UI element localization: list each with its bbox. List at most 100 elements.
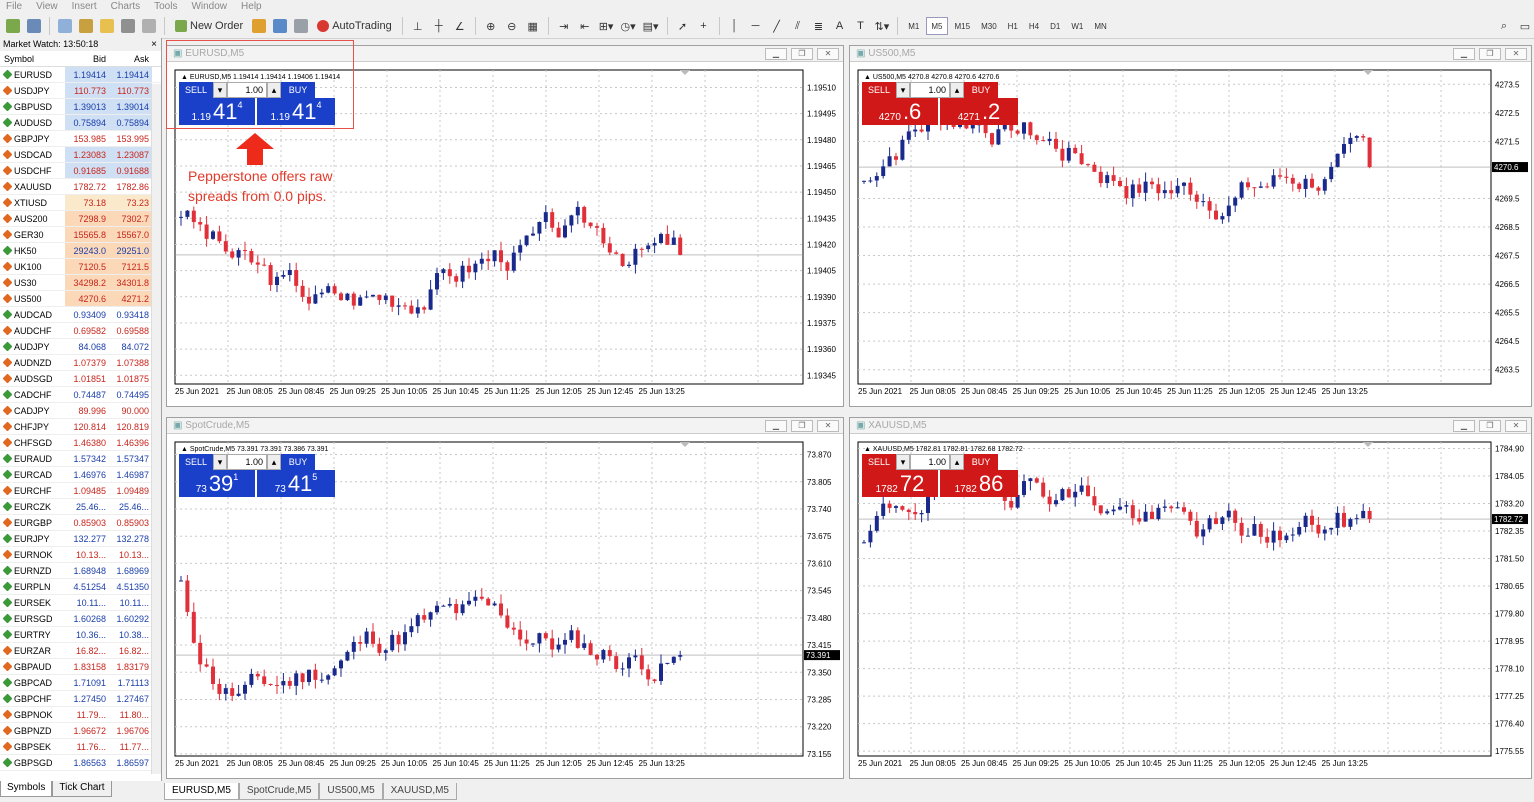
buy-price[interactable]: 4271.2 [940,98,1018,125]
list-item[interactable]: US500 4270.6 4271.2 [0,291,161,307]
close-icon[interactable]: ✕ [817,420,839,432]
list-item[interactable]: EURNOK 10.13... 10.13... [0,547,161,563]
list-item[interactable]: EURPLN 4.51254 4.51350 [0,579,161,595]
list-item[interactable]: EURSGD 1.60268 1.60292 [0,611,161,627]
indicators-icon[interactable]: ⊞▾ [597,16,616,36]
profiles-icon[interactable] [25,16,43,36]
text-icon[interactable]: A [831,16,849,36]
sell-button[interactable]: SELL [862,82,896,98]
bid-column-header[interactable]: Bid [65,51,109,66]
list-item[interactable]: EURCHF 1.09485 1.09489 [0,483,161,499]
list-item[interactable]: HK50 29243.0 29251.0 [0,243,161,259]
lot-up-icon[interactable]: ▴ [950,82,964,98]
buy-price[interactable]: 1782 86 [940,470,1018,497]
periods-icon[interactable]: ◷▾ [618,16,637,36]
lot-down-icon[interactable]: ▾ [896,82,910,98]
list-item[interactable]: EURZAR 16.82... 16.82... [0,643,161,659]
buy-button[interactable]: BUY [281,454,315,470]
tf-m15[interactable]: M15 [951,17,975,35]
tab-eurusd[interactable]: EURUSD,M5 [164,783,239,800]
tab-tick-chart[interactable]: Tick Chart [52,781,112,797]
tab-spotcrude[interactable]: SpotCrude,M5 [238,783,320,800]
minimize-icon[interactable]: ▁ [765,48,787,60]
list-item[interactable]: AUS200 7298.9 7302.7 [0,211,161,227]
list-item[interactable]: GBPJPY 153.985 153.995 [0,131,161,147]
minimize-icon[interactable]: ▁ [1453,48,1475,60]
list-item[interactable]: CADJPY 89.996 90.000 [0,403,161,419]
close-icon[interactable]: ✕ [1505,48,1527,60]
new-chart-icon[interactable] [4,16,22,36]
buy-button[interactable]: BUY [964,454,998,470]
terminal-icon[interactable] [119,16,137,36]
list-item[interactable]: CHFJPY 120.814 120.819 [0,419,161,435]
navigator-icon[interactable] [77,16,95,36]
maximize-icon[interactable]: ❐ [791,48,813,60]
market-watch-icon[interactable] [56,16,74,36]
list-item[interactable]: AUDCAD 0.93409 0.93418 [0,307,161,323]
folder-icon[interactable] [98,16,116,36]
tf-m30[interactable]: M30 [977,17,1001,35]
tf-h1[interactable]: H1 [1004,17,1022,35]
chart-window-xauusd[interactable]: ▣ XAUUSD,M5 ▁ ❐ ✕ 1784.90 1784.05 1783.20 1782.… [849,417,1532,779]
menu-view[interactable]: View [30,0,66,14]
crosshair-icon[interactable]: + [695,16,713,36]
list-item[interactable]: USDCAD 1.23083 1.23087 [0,147,161,163]
sell-price[interactable]: 73 39 1 [179,470,257,497]
list-item[interactable]: XTIUSD 73.18 73.23 [0,195,161,211]
horizontal-line-icon[interactable]: ─ [747,16,765,36]
list-item[interactable]: AUDSGD 1.01851 1.01875 [0,371,161,387]
sell-button[interactable]: SELL [862,454,896,470]
vertical-line-icon[interactable]: │ [726,16,744,36]
list-item[interactable]: GBPCAD 1.71091 1.71113 [0,675,161,691]
chart-shift-icon[interactable]: ⇤ [576,16,594,36]
meta-editor-icon[interactable] [250,16,268,36]
lot-down-icon[interactable]: ▾ [896,454,910,470]
sell-button[interactable]: SELL [179,454,213,470]
menu-file[interactable]: File [0,0,30,14]
list-item[interactable]: EURUSD 1.19414 1.19414 [0,67,161,83]
symbol-column-header[interactable]: Symbol [0,51,65,66]
sell-price[interactable]: 4270.6 [862,98,940,125]
list-item[interactable]: USDJPY 110.773 110.773 [0,83,161,99]
tf-w1[interactable]: W1 [1067,17,1087,35]
scrollbar[interactable] [151,84,161,774]
lot-size-input[interactable]: 1.00 [910,454,950,470]
lot-size-input[interactable]: 1.00 [227,454,267,470]
menu-insert[interactable]: Insert [66,0,105,14]
text-label-icon[interactable]: T [852,16,870,36]
list-item[interactable]: GER30 15565.8 15567.0 [0,227,161,243]
lot-size-input[interactable]: 1.00 [910,82,950,98]
list-item[interactable]: EURNZD 1.68948 1.68969 [0,563,161,579]
tile-windows-icon[interactable]: ▦ [524,16,542,36]
arrows-icon[interactable]: ⇅▾ [873,16,892,36]
list-item[interactable]: US30 34298.2 34301.8 [0,275,161,291]
list-item[interactable]: USDCHF 0.91685 0.91688 [0,163,161,179]
maximize-icon[interactable]: ❐ [1479,420,1501,432]
list-item[interactable]: AUDJPY 84.068 84.072 [0,339,161,355]
chart-window-us500[interactable]: ▣ US500,M5 ▁ ❐ ✕ 4273.5 4272.5 4271.5 4270.6 426… [849,45,1532,407]
list-item[interactable]: XAUUSD 1782.72 1782.86 [0,179,161,195]
signals-icon[interactable] [271,16,289,36]
zoom-in-icon[interactable]: ⊕ [482,16,500,36]
list-item[interactable]: UK100 7120.5 7121.5 [0,259,161,275]
menu-window[interactable]: Window [185,0,235,14]
list-item[interactable]: GBPAUD 1.83158 1.83179 [0,659,161,675]
search-icon[interactable]: ⌕ [1495,16,1513,36]
list-item[interactable]: EURGBP 0.85903 0.85903 [0,515,161,531]
buy-price[interactable]: 73 41 5 [257,470,335,497]
bar-chart-icon[interactable]: ⊥ [409,16,427,36]
strategy-tester-icon[interactable] [140,16,158,36]
list-item[interactable]: EURJPY 132.277 132.278 [0,531,161,547]
close-icon[interactable]: ✕ [1505,420,1527,432]
menu-charts[interactable]: Charts [105,0,148,14]
autotrading-button[interactable]: AutoTrading [313,16,396,36]
minimize-icon[interactable]: ▁ [765,420,787,432]
list-item[interactable]: GBPCHF 1.27450 1.27467 [0,691,161,707]
close-icon[interactable]: ✕ [817,48,839,60]
tab-symbols[interactable]: Symbols [0,781,53,797]
chart-window-spotcrude[interactable]: ▣ SpotCrude,M5 ▁ ❐ ✕ 73.870 73.805 73.740 73.67… [166,417,844,779]
list-item[interactable]: EURCAD 1.46976 1.46987 [0,467,161,483]
tf-m1[interactable]: M1 [904,17,923,35]
maximize-icon[interactable]: ❐ [791,420,813,432]
fibonacci-icon[interactable]: ≣ [810,16,828,36]
